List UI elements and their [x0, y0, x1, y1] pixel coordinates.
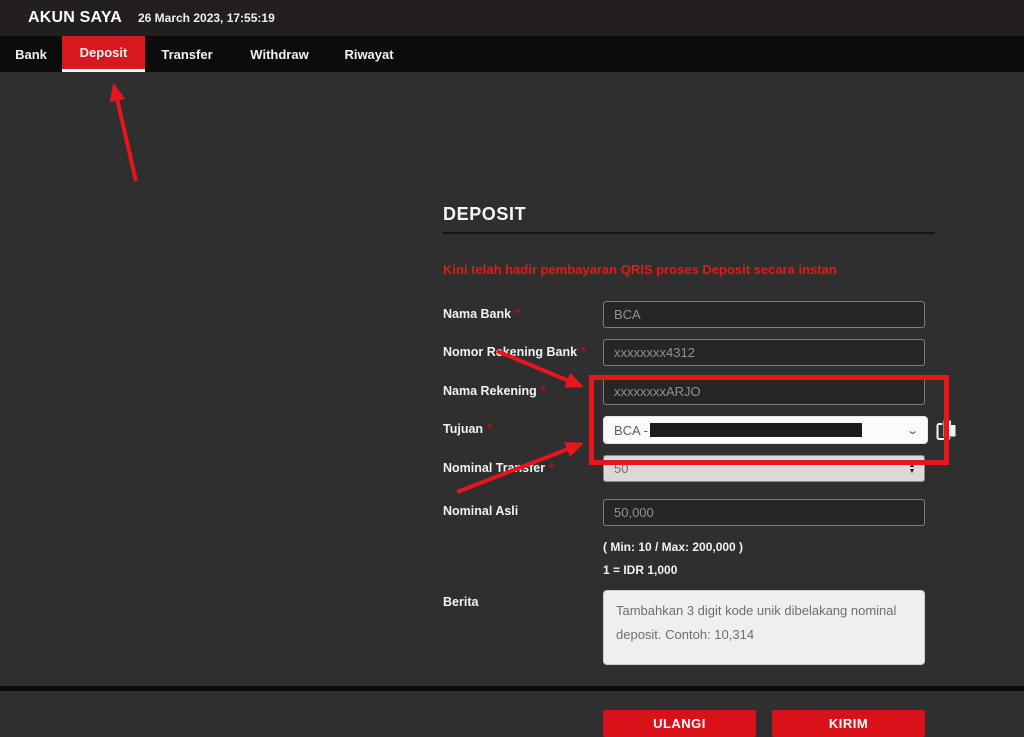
topbar: AKUN SAYA 26 March 2023, 17:55:19	[0, 0, 1024, 36]
nama-bank-label: Nama Bank*	[443, 307, 603, 321]
required-marker: *	[549, 461, 554, 475]
nomor-rekening-field[interactable]	[603, 339, 925, 366]
title-divider	[443, 232, 935, 234]
chevron-down-icon: ⌄	[906, 424, 919, 437]
tab-transfer[interactable]: Transfer	[145, 36, 229, 72]
nama-rekening-field[interactable]	[603, 378, 925, 405]
nominal-transfer-field[interactable]	[603, 455, 925, 482]
tujuan-label: Tujuan*	[443, 422, 603, 436]
spinner-down-icon[interactable]: ▼	[909, 469, 916, 475]
tab-riwayat[interactable]: Riwayat	[330, 36, 408, 72]
deposit-form: DEPOSIT Kini telah hadir pembayaran QRIS…	[0, 72, 1024, 686]
kirim-button[interactable]: KIRIM	[772, 710, 925, 737]
nominal-transfer-wrapper: ▲ ▼	[603, 455, 925, 482]
required-marker: *	[487, 422, 492, 436]
tab-withdraw[interactable]: Withdraw	[229, 36, 330, 72]
required-marker: *	[581, 345, 586, 359]
qris-notice: Kini telah hadir pembayaran QRIS proses …	[443, 262, 943, 277]
required-marker: *	[541, 384, 546, 398]
nama-rekening-label: Nama Rekening*	[443, 384, 603, 398]
nominal-transfer-label: Nominal Transfer*	[443, 461, 603, 475]
rate-hint: 1 = IDR 1,000	[603, 563, 677, 577]
account-title: AKUN SAYA	[28, 9, 122, 27]
berita-label: Berita	[443, 595, 603, 609]
nav-bar: Bank Deposit Transfer Withdraw Riwayat	[0, 36, 1024, 72]
bottom-strip	[0, 686, 1024, 691]
nominal-asli-field[interactable]	[603, 499, 925, 526]
copy-button[interactable]	[936, 418, 958, 442]
copy-icon	[936, 418, 958, 442]
number-spinner[interactable]: ▲ ▼	[905, 457, 919, 480]
tab-bank[interactable]: Bank	[0, 36, 62, 72]
berita-field[interactable]: Tambahkan 3 digit kode unik dibelakang n…	[603, 590, 925, 665]
required-marker: *	[515, 307, 520, 321]
nominal-asli-label: Nominal Asli	[443, 504, 603, 518]
tab-deposit[interactable]: Deposit	[62, 36, 145, 72]
min-max-hint: ( Min: 10 / Max: 200,000 )	[603, 540, 743, 554]
tujuan-select[interactable]: BCA - ⌄	[603, 416, 928, 444]
deposit-page: AKUN SAYA 26 March 2023, 17:55:19 Bank D…	[0, 0, 1024, 691]
tujuan-selected-value: BCA -	[614, 423, 648, 438]
page-title: DEPOSIT	[443, 204, 526, 225]
nama-bank-field[interactable]	[603, 301, 925, 328]
ulangi-button[interactable]: ULANGI	[603, 710, 756, 737]
datetime-display: 26 March 2023, 17:55:19	[138, 11, 275, 25]
nomor-rekening-label: Nomor Rekening Bank*	[443, 345, 603, 359]
redaction-bar	[650, 423, 862, 437]
